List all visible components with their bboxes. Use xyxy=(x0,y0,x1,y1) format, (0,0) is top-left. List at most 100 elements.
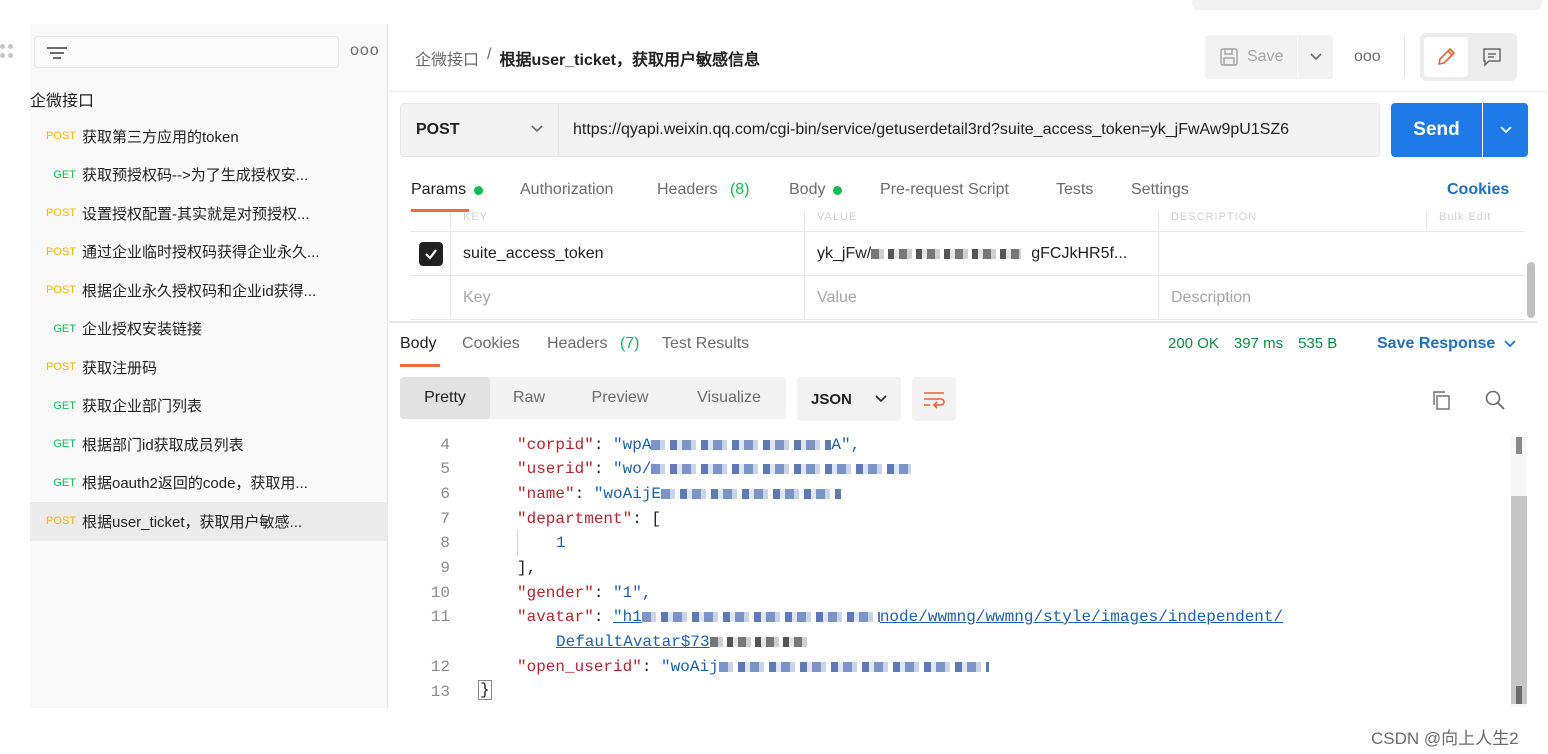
sidebar-item-label: 根据oauth2返回的code，获取用... xyxy=(82,475,308,493)
sidebar-request-item[interactable]: POST 获取注册码 xyxy=(30,348,388,387)
sidebar-item-label: 企业授权安装链接 xyxy=(82,321,203,339)
format-raw[interactable]: Raw xyxy=(490,377,568,419)
response-body-viewer[interactable]: 4 "corpid": "wpA A", 5 "userid": "wo/ 6 "… xyxy=(400,435,1510,707)
sidebar-request-item[interactable]: GET 获取预授权码-->为了生成授权安... xyxy=(30,156,388,195)
line-number: 5 xyxy=(440,460,450,478)
tab-response-headers[interactable]: Headers (7) xyxy=(547,335,662,353)
more-options-icon[interactable]: ooo xyxy=(1354,48,1381,66)
json-value: ], xyxy=(517,559,537,577)
new-description-input[interactable]: Description xyxy=(1158,276,1524,319)
method-badge: POST xyxy=(46,515,76,528)
tab-headers[interactable]: Headers (8) xyxy=(657,181,789,199)
tab-tests[interactable]: Tests xyxy=(1056,181,1131,199)
tab-label: Cookies xyxy=(462,335,520,352)
pane-divider[interactable] xyxy=(389,321,1537,323)
sidebar-request-item[interactable]: GET 企业授权安装链接 xyxy=(30,310,388,349)
language-select[interactable]: JSON xyxy=(797,377,901,421)
edit-mode-button[interactable] xyxy=(1424,37,1468,77)
redacted-value xyxy=(718,661,989,672)
filter-icon[interactable] xyxy=(47,45,67,61)
tab-label: Headers xyxy=(547,335,608,352)
chevron-down-icon xyxy=(531,125,543,133)
format-pretty[interactable]: Pretty xyxy=(400,377,490,419)
response-time[interactable]: 397 ms xyxy=(1234,335,1283,352)
sidebar-request-item[interactable]: POST 设置授权配置-其实就是对预授权... xyxy=(30,194,388,233)
tab-body[interactable]: Body xyxy=(789,181,880,199)
avatar-link[interactable]: "h1 xyxy=(613,608,642,626)
method-select[interactable]: POST xyxy=(400,103,559,157)
sidebar-request-item[interactable]: POST 根据企业永久授权码和企业id获得... xyxy=(30,271,388,310)
response-size[interactable]: 535 B xyxy=(1298,335,1337,352)
breadcrumb-current[interactable]: 根据user_ticket，获取用户敏感信息 xyxy=(499,46,760,70)
sidebar-request-item[interactable]: GET 获取企业部门列表 xyxy=(30,387,388,426)
tab-test-results[interactable]: Test Results xyxy=(662,335,749,353)
status-code[interactable]: 200 OK xyxy=(1168,335,1219,352)
tab-response-body[interactable]: Body xyxy=(400,335,462,353)
new-value-input[interactable]: Value xyxy=(804,276,1158,319)
sidebar-request-item[interactable]: POST 根据user_ticket，获取用户敏感... xyxy=(30,502,388,541)
json-value: 1 xyxy=(556,534,566,552)
table-row: suite_access_token yk_jFw/gFCJkHR5f... xyxy=(410,232,1524,276)
collection-title[interactable]: 企微接口 xyxy=(30,87,94,111)
avatar-link[interactable]: DefaultAvatar$73 xyxy=(556,633,710,651)
sidebar-more-icon[interactable]: ooo xyxy=(350,42,380,60)
url-input[interactable]: https://qyapi.weixin.qq.com/cgi-bin/serv… xyxy=(559,103,1380,157)
format-preview[interactable]: Preview xyxy=(568,377,672,419)
tab-pre-request-script[interactable]: Pre-request Script xyxy=(880,181,1056,199)
copy-icon[interactable] xyxy=(1430,389,1452,416)
avatar-link[interactable]: node/wwmng/wwmng/style/images/independen… xyxy=(880,608,1283,626)
sidebar-request-item[interactable]: GET 根据oauth2返回的code，获取用... xyxy=(30,464,388,503)
format-visualize[interactable]: Visualize xyxy=(672,377,786,419)
line-number: 13 xyxy=(430,683,450,701)
param-description-cell[interactable] xyxy=(1158,232,1524,275)
save-response-button[interactable]: Save Response xyxy=(1377,335,1517,353)
wrap-lines-button[interactable] xyxy=(912,377,956,421)
search-icon[interactable] xyxy=(1484,389,1506,416)
send-dropdown-button[interactable] xyxy=(1483,103,1528,157)
json-value: "wo/ xyxy=(613,460,652,478)
sidebar-request-item[interactable]: GET 根据部门id获取成员列表 xyxy=(30,425,388,464)
divider xyxy=(1404,36,1405,78)
new-key-input[interactable]: Key xyxy=(450,276,804,319)
breadcrumb-parent[interactable]: 企微接口 xyxy=(415,46,479,70)
save-dropdown-button[interactable] xyxy=(1298,35,1333,79)
status-dot xyxy=(833,185,843,195)
check-icon xyxy=(425,249,437,260)
comments-button[interactable] xyxy=(1472,37,1512,77)
send-button[interactable]: Send xyxy=(1391,103,1482,157)
drag-handle-icon[interactable] xyxy=(0,42,16,62)
tab-settings[interactable]: Settings xyxy=(1131,181,1189,199)
bulk-edit-link[interactable]: Bulk Edit xyxy=(1439,212,1491,223)
json-key: "name" xyxy=(517,485,575,503)
param-value-start: yk_jFw/ xyxy=(817,244,872,262)
sidebar-request-item[interactable]: POST 通过企业临时授权码获得企业永久... xyxy=(30,233,388,272)
tab-count: (8) xyxy=(729,181,750,198)
code-scrollbar-thumb[interactable] xyxy=(1511,496,1527,704)
active-tab-indicator xyxy=(400,364,440,367)
cookies-link[interactable]: Cookies xyxy=(1447,181,1509,199)
json-sep: : xyxy=(593,608,614,626)
tab-label: Params xyxy=(411,181,467,198)
method-badge: GET xyxy=(53,476,76,489)
scroll-up-arrow[interactable] xyxy=(1516,437,1522,454)
param-value-cell[interactable]: yk_jFw/gFCJkHR5f... xyxy=(804,232,1158,275)
scroll-down-arrow[interactable] xyxy=(1516,686,1522,704)
request-list: POST 获取第三方应用的token GET 获取预授权码-->为了生成授权安... P… xyxy=(30,117,388,541)
redacted-value xyxy=(651,463,912,474)
tab-label: Test Results xyxy=(662,335,750,352)
param-key-cell[interactable]: suite_access_token xyxy=(450,232,804,275)
params-scrollbar[interactable] xyxy=(1527,262,1535,318)
save-label: Save xyxy=(1247,48,1284,65)
json-key: "avatar" xyxy=(517,608,594,626)
save-button[interactable]: Save xyxy=(1205,35,1297,79)
tab-response-cookies[interactable]: Cookies xyxy=(462,335,547,353)
filter-input[interactable] xyxy=(34,36,339,68)
save-icon xyxy=(1220,48,1238,66)
sidebar-request-item[interactable]: POST 获取第三方应用的token xyxy=(30,117,388,156)
column-header-value: VALUE xyxy=(817,212,858,223)
tab-count: (7) xyxy=(619,335,640,352)
tab-authorization[interactable]: Authorization xyxy=(520,181,657,199)
param-enabled-checkbox[interactable] xyxy=(419,242,443,266)
tab-params[interactable]: Params xyxy=(411,181,520,199)
chevron-down-icon xyxy=(1309,53,1322,61)
